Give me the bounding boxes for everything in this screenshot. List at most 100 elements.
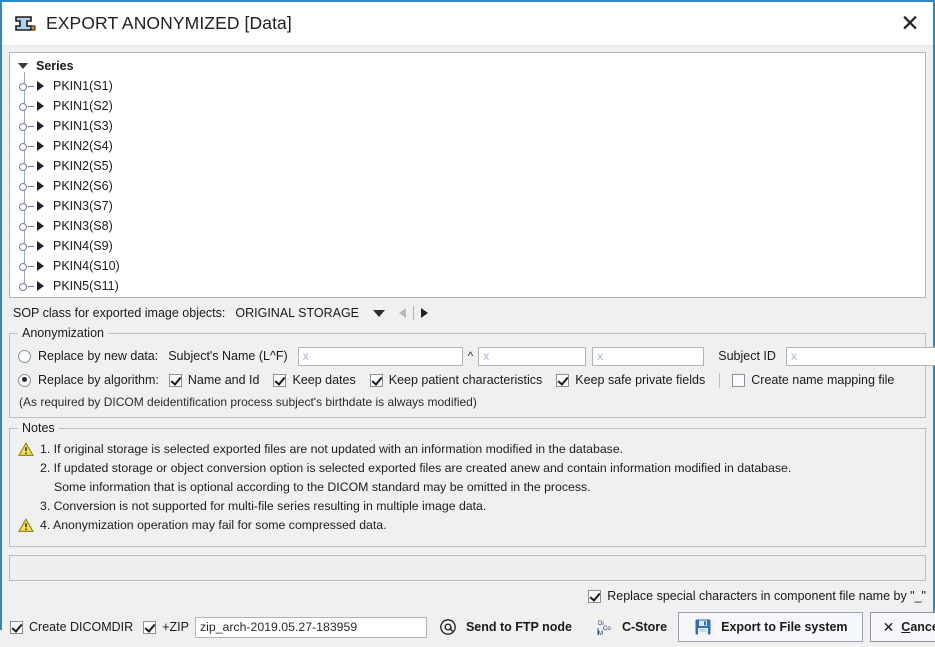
- chevron-right-icon[interactable]: [37, 81, 44, 91]
- chevron-right-icon[interactable]: [37, 241, 44, 251]
- option-label: Keep patient characteristics: [388, 373, 543, 387]
- zip-filename-input[interactable]: [194, 616, 427, 638]
- tree-item-label: PKIN4(S10): [53, 259, 120, 273]
- tree-node-handle-icon[interactable]: [18, 120, 34, 132]
- option-checkbox[interactable]: [556, 373, 570, 387]
- warning-icon: [18, 442, 36, 458]
- tree-item-label: PKIN1(S2): [53, 99, 113, 113]
- tree-node-handle-icon[interactable]: [18, 140, 34, 152]
- tree-root-series[interactable]: Series: [10, 56, 925, 76]
- tree-node-handle-icon[interactable]: [18, 280, 34, 292]
- anonymize-icon: [14, 15, 36, 33]
- anonymization-footnote: (As required by DICOM deidentification p…: [19, 395, 477, 409]
- replace-special-characters-checkbox[interactable]: [588, 589, 602, 603]
- subject-id-label: Subject ID: [718, 349, 776, 363]
- tree-item[interactable]: PKIN1(S1): [10, 76, 925, 96]
- title-bar: EXPORT ANONYMIZED [Data] ✕: [2, 2, 933, 46]
- tree-node-handle-icon[interactable]: [18, 240, 34, 252]
- tree-node-handle-icon[interactable]: [18, 260, 34, 272]
- tree-node-handle-icon[interactable]: [18, 80, 34, 92]
- page-title: EXPORT ANONYMIZED [Data]: [46, 13, 292, 33]
- arrow-left-icon[interactable]: [399, 308, 407, 318]
- cancel-label: Cancel: [901, 620, 935, 634]
- tree-item[interactable]: PKIN2(S5): [10, 156, 925, 176]
- option-checkbox[interactable]: [369, 373, 383, 387]
- chevron-right-icon[interactable]: [37, 201, 44, 211]
- subject-id-input[interactable]: [785, 346, 935, 366]
- note-item: 3. Conversion is not supported for multi…: [18, 498, 917, 516]
- subject-name-middle-input[interactable]: [592, 346, 705, 366]
- note-text: 1. If original storage is selected expor…: [40, 442, 624, 456]
- floppy-disk-icon: [693, 617, 713, 637]
- tree-item[interactable]: PKIN2(S4): [10, 136, 925, 156]
- replace-by-algorithm-radio[interactable]: [18, 373, 31, 387]
- tree-item[interactable]: PKIN3(S7): [10, 196, 925, 216]
- subject-name-label: Subject's Name (L^F): [168, 349, 288, 363]
- option-label: Create name mapping file: [751, 373, 895, 387]
- arrow-right-icon[interactable]: [421, 308, 429, 318]
- name-separator: ^: [467, 349, 474, 363]
- tree-item-label: PKIN2(S4): [53, 139, 113, 153]
- tree-item[interactable]: PKIN1(S2): [10, 96, 925, 116]
- chevron-right-icon[interactable]: [37, 101, 44, 111]
- replace-by-new-data-label: Replace by new data:: [38, 349, 159, 363]
- note-line: 2. If updated storage or object conversi…: [18, 460, 917, 478]
- chevron-right-icon[interactable]: [37, 261, 44, 271]
- tree-node-handle-icon[interactable]: [18, 160, 34, 172]
- tree-node-handle-icon[interactable]: [18, 180, 34, 192]
- chevron-right-icon[interactable]: [37, 161, 44, 171]
- tree-node-handle-icon[interactable]: [18, 200, 34, 212]
- svg-text:Co: Co: [603, 626, 611, 632]
- notes-list: 1. If original storage is selected expor…: [18, 441, 917, 535]
- chevron-right-icon[interactable]: [37, 221, 44, 231]
- close-window-button[interactable]: ✕: [887, 3, 933, 45]
- sop-class-row: SOP class for exported image objects: OR…: [9, 300, 926, 326]
- chevron-right-icon[interactable]: [37, 181, 44, 191]
- replace-by-algorithm-label: Replace by algorithm:: [38, 373, 159, 387]
- chevron-right-icon[interactable]: [37, 281, 44, 291]
- send-to-ftp-label: Send to FTP node: [465, 620, 572, 634]
- chevron-right-icon[interactable]: [37, 141, 44, 151]
- create-dicomdir-checkbox[interactable]: [10, 620, 23, 634]
- chevron-right-icon[interactable]: [37, 121, 44, 131]
- note-text: 2. If updated storage or object conversi…: [40, 461, 792, 475]
- replace-by-new-data-radio[interactable]: [18, 349, 31, 363]
- tree-item-label: PKIN4(S9): [53, 239, 113, 253]
- option-checkbox[interactable]: [168, 373, 182, 387]
- cancel-button[interactable]: ✕ Cancel: [869, 612, 935, 642]
- replace-special-characters-row: Replace special characters in component …: [9, 585, 926, 607]
- option-checkbox[interactable]: [273, 373, 287, 387]
- chevron-down-icon[interactable]: [373, 309, 386, 317]
- tree-item[interactable]: PKIN4(S10): [10, 256, 925, 276]
- tree-item[interactable]: PKIN5(S11): [10, 276, 925, 296]
- tree-item-label: PKIN5(S11): [53, 279, 119, 293]
- tree-node-handle-icon[interactable]: [18, 100, 34, 112]
- send-to-ftp-button[interactable]: Send to FTP node: [427, 612, 583, 642]
- notes-group-title: Notes: [18, 421, 59, 435]
- option-checkbox[interactable]: [732, 373, 746, 387]
- note-line: 3. Conversion is not supported for multi…: [18, 498, 917, 516]
- option-label: Keep dates: [292, 373, 356, 387]
- subject-name-first-input[interactable]: [478, 346, 587, 366]
- note-subline: Some information that is optional accord…: [18, 479, 917, 497]
- series-tree-panel[interactable]: Series PKIN1(S1) PKIN1(S2) PKIN1(S3) PKIN2(…: [9, 52, 926, 298]
- dicom-icon: Di Co M: [594, 617, 614, 637]
- bottom-action-bar: Create DICOMDIR +ZIP Send to FTP node Di…: [2, 607, 935, 647]
- status-progress-bar: [9, 555, 926, 581]
- anonymization-group: Anonymization Replace by new data: Subje…: [9, 326, 935, 418]
- tree-item[interactable]: PKIN4(S9): [10, 236, 925, 256]
- tree-item-label: PKIN2(S5): [53, 159, 113, 173]
- sop-class-value[interactable]: ORIGINAL STORAGE: [235, 306, 359, 320]
- tree-node-handle-icon[interactable]: [18, 220, 34, 232]
- tree-item[interactable]: PKIN3(S8): [10, 216, 925, 236]
- dialog-content: Series PKIN1(S1) PKIN1(S2) PKIN1(S3) PKIN2(…: [2, 46, 935, 607]
- export-to-file-system-button[interactable]: Export to File system: [678, 612, 863, 642]
- chevron-down-icon[interactable]: [18, 63, 28, 69]
- c-store-button[interactable]: Di Co M C-Store: [583, 612, 678, 642]
- tree-item[interactable]: PKIN2(S6): [10, 176, 925, 196]
- subject-name-last-input[interactable]: [297, 346, 463, 366]
- zip-checkbox[interactable]: [143, 620, 157, 634]
- note-line: 1. If original storage is selected expor…: [18, 441, 917, 459]
- sop-class-label: SOP class for exported image objects:: [13, 306, 226, 320]
- tree-item[interactable]: PKIN1(S3): [10, 116, 925, 136]
